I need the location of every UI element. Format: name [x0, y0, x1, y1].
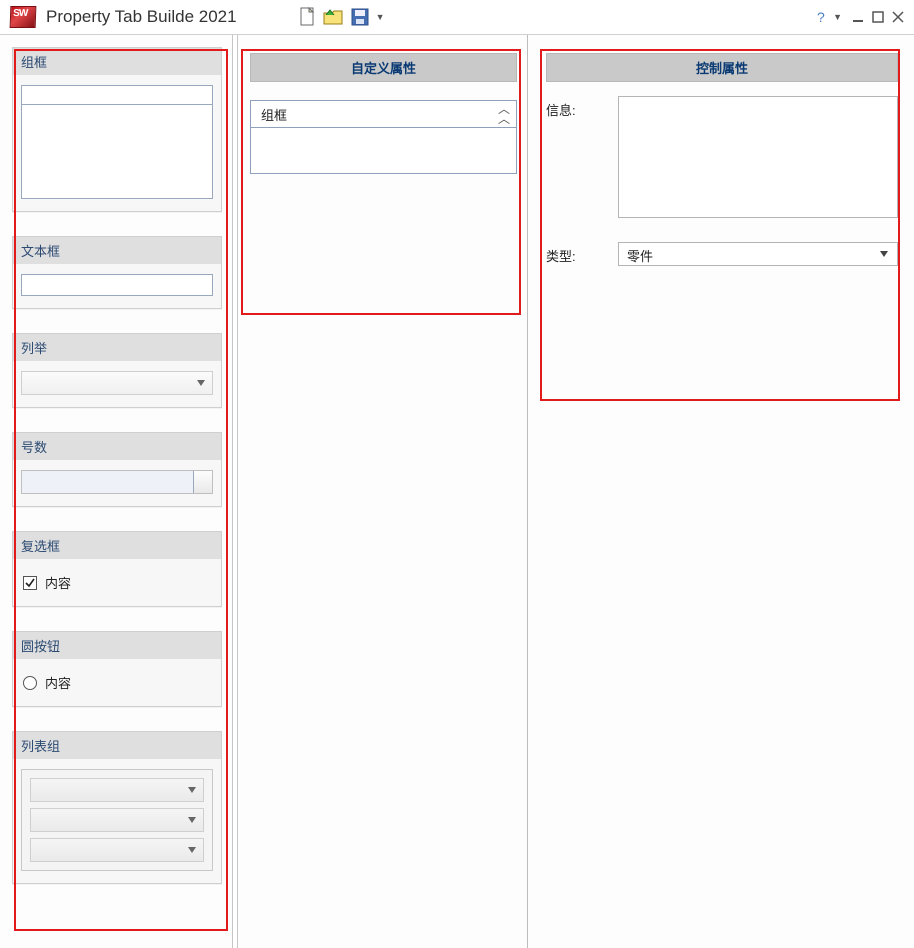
palette-groupbox-header: 组框: [13, 48, 221, 75]
list-placeholder: [21, 371, 213, 395]
designer-groupbox-header: 组框 ︿︿: [251, 101, 516, 128]
collapse-icon[interactable]: ︿︿: [498, 104, 508, 124]
svg-text:?: ?: [817, 9, 825, 25]
number-placeholder: [21, 470, 213, 494]
palette-number-header: 号数: [13, 433, 221, 460]
app-title: Property Tab Builde 2021: [46, 7, 237, 27]
close-button[interactable]: [888, 7, 908, 27]
titlebar: Property Tab Builde 2021 ▼ ? ▼: [0, 0, 914, 35]
palette-listgroup-header: 列表组: [13, 732, 221, 759]
palette-list-header: 列举: [13, 334, 221, 361]
minimize-button[interactable]: [848, 7, 868, 27]
designer-groupbox[interactable]: 组框 ︿︿: [250, 100, 517, 174]
palette-checkbox-header: 复选框: [13, 532, 221, 559]
help-dropdown-icon[interactable]: ▼: [833, 12, 842, 22]
palette-textbox[interactable]: 文本框: [12, 236, 222, 309]
new-file-button[interactable]: [297, 6, 319, 28]
properties-panel-title: 控制属性: [546, 53, 898, 82]
maximize-button[interactable]: [868, 7, 888, 27]
save-button[interactable]: [349, 6, 371, 28]
properties-column: 控制属性 信息: 类型: 零件: [528, 35, 914, 948]
palette-textbox-header: 文本框: [13, 237, 221, 264]
designer-panel-title: 自定义属性: [250, 53, 517, 82]
groupbox-placeholder: [21, 85, 213, 199]
listgroup-row: [30, 808, 204, 832]
designer-groupbox-label: 组框: [261, 105, 287, 124]
main-area: 组框 文本框 列举 号数 复选框 内容 圆按钮: [0, 35, 914, 948]
info-label: 信息:: [546, 96, 618, 218]
type-select[interactable]: 零件: [618, 242, 898, 266]
radio-placeholder: 内容: [21, 669, 213, 694]
toolbar: ▼: [297, 6, 385, 28]
palette-number[interactable]: 号数: [12, 432, 222, 507]
palette-column: 组框 文本框 列举 号数 复选框 内容 圆按钮: [0, 35, 232, 948]
radio-icon: [23, 676, 37, 690]
app-icon: [10, 6, 37, 28]
property-row-info: 信息:: [546, 96, 898, 218]
open-file-button[interactable]: [323, 6, 345, 28]
checkbox-placeholder: 内容: [21, 569, 213, 594]
type-label: 类型:: [546, 242, 618, 266]
palette-radio[interactable]: 圆按钮 内容: [12, 631, 222, 707]
textbox-placeholder: [21, 274, 213, 296]
check-icon: [23, 576, 37, 590]
palette-radio-header: 圆按钮: [13, 632, 221, 659]
listgroup-row: [30, 778, 204, 802]
palette-listgroup[interactable]: 列表组: [12, 731, 222, 884]
checkbox-item-label: 内容: [45, 573, 71, 592]
palette-checkbox[interactable]: 复选框 内容: [12, 531, 222, 607]
info-textarea[interactable]: [618, 96, 898, 218]
palette-list[interactable]: 列举: [12, 333, 222, 408]
help-button[interactable]: ?: [813, 7, 833, 27]
save-dropdown-icon[interactable]: ▼: [375, 12, 385, 22]
designer-column: 自定义属性 组框 ︿︿: [238, 35, 528, 948]
listgroup-row: [30, 838, 204, 862]
property-row-type: 类型: 零件: [546, 242, 898, 266]
radio-item-label: 内容: [45, 673, 71, 692]
palette-groupbox[interactable]: 组框: [12, 47, 222, 212]
listgroup-placeholder: [21, 769, 213, 871]
type-select-value: 零件: [627, 249, 653, 264]
